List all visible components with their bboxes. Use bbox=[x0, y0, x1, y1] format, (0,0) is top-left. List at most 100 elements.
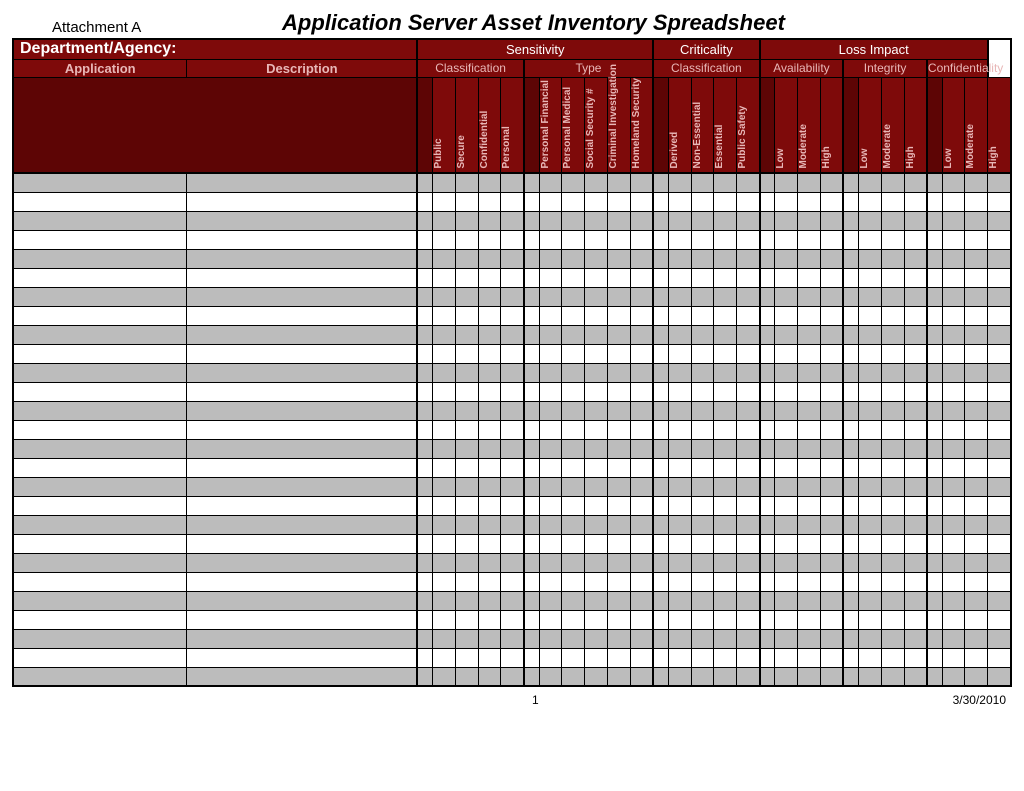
cell[interactable] bbox=[965, 230, 988, 249]
cell[interactable] bbox=[927, 382, 942, 401]
cell[interactable] bbox=[691, 401, 714, 420]
cell[interactable] bbox=[760, 515, 775, 534]
cell[interactable] bbox=[691, 306, 714, 325]
cell[interactable] bbox=[630, 553, 653, 572]
cell[interactable] bbox=[942, 439, 965, 458]
cell[interactable] bbox=[630, 420, 653, 439]
cell[interactable] bbox=[737, 439, 760, 458]
cell[interactable] bbox=[798, 363, 821, 382]
cell[interactable] bbox=[13, 420, 187, 439]
cell[interactable] bbox=[187, 287, 417, 306]
cell[interactable] bbox=[881, 249, 904, 268]
cell[interactable] bbox=[668, 230, 691, 249]
cell[interactable] bbox=[417, 610, 432, 629]
cell[interactable] bbox=[539, 439, 562, 458]
cell[interactable] bbox=[455, 382, 478, 401]
cell[interactable] bbox=[524, 344, 539, 363]
cell[interactable] bbox=[775, 363, 798, 382]
cell[interactable] bbox=[417, 249, 432, 268]
cell[interactable] bbox=[562, 515, 585, 534]
cell[interactable] bbox=[904, 306, 927, 325]
cell[interactable] bbox=[433, 629, 456, 648]
cell[interactable] bbox=[858, 629, 881, 648]
cell[interactable] bbox=[539, 230, 562, 249]
cell[interactable] bbox=[478, 287, 501, 306]
cell[interactable] bbox=[942, 591, 965, 610]
cell[interactable] bbox=[607, 629, 630, 648]
cell[interactable] bbox=[737, 211, 760, 230]
cell[interactable] bbox=[607, 610, 630, 629]
cell[interactable] bbox=[524, 534, 539, 553]
cell[interactable] bbox=[798, 629, 821, 648]
cell[interactable] bbox=[433, 173, 456, 192]
cell[interactable] bbox=[607, 591, 630, 610]
cell[interactable] bbox=[760, 287, 775, 306]
cell[interactable] bbox=[965, 534, 988, 553]
cell[interactable] bbox=[524, 173, 539, 192]
cell[interactable] bbox=[539, 401, 562, 420]
cell[interactable] bbox=[478, 173, 501, 192]
cell[interactable] bbox=[668, 401, 691, 420]
cell[interactable] bbox=[13, 344, 187, 363]
cell[interactable] bbox=[433, 572, 456, 591]
cell[interactable] bbox=[760, 192, 775, 211]
cell[interactable] bbox=[714, 401, 737, 420]
cell[interactable] bbox=[820, 306, 843, 325]
cell[interactable] bbox=[881, 382, 904, 401]
cell[interactable] bbox=[562, 572, 585, 591]
cell[interactable] bbox=[653, 534, 668, 553]
cell[interactable] bbox=[607, 420, 630, 439]
cell[interactable] bbox=[653, 610, 668, 629]
cell[interactable] bbox=[417, 344, 432, 363]
cell[interactable] bbox=[501, 268, 524, 287]
cell[interactable] bbox=[607, 458, 630, 477]
cell[interactable] bbox=[524, 382, 539, 401]
cell[interactable] bbox=[13, 173, 187, 192]
cell[interactable] bbox=[13, 401, 187, 420]
cell[interactable] bbox=[775, 553, 798, 572]
cell[interactable] bbox=[965, 420, 988, 439]
cell[interactable] bbox=[653, 420, 668, 439]
cell[interactable] bbox=[524, 192, 539, 211]
cell[interactable] bbox=[653, 230, 668, 249]
cell[interactable] bbox=[965, 192, 988, 211]
cell[interactable] bbox=[904, 591, 927, 610]
cell[interactable] bbox=[881, 325, 904, 344]
cell[interactable] bbox=[881, 439, 904, 458]
cell[interactable] bbox=[433, 477, 456, 496]
cell[interactable] bbox=[691, 230, 714, 249]
cell[interactable] bbox=[775, 249, 798, 268]
cell[interactable] bbox=[13, 325, 187, 344]
cell[interactable] bbox=[858, 325, 881, 344]
cell[interactable] bbox=[501, 363, 524, 382]
cell[interactable] bbox=[501, 534, 524, 553]
cell[interactable] bbox=[433, 667, 456, 686]
cell[interactable] bbox=[737, 515, 760, 534]
cell[interactable] bbox=[858, 591, 881, 610]
cell[interactable] bbox=[988, 287, 1011, 306]
cell[interactable] bbox=[737, 496, 760, 515]
cell[interactable] bbox=[562, 382, 585, 401]
cell[interactable] bbox=[539, 192, 562, 211]
cell[interactable] bbox=[988, 534, 1011, 553]
cell[interactable] bbox=[668, 496, 691, 515]
cell[interactable] bbox=[691, 515, 714, 534]
cell[interactable] bbox=[988, 648, 1011, 667]
cell[interactable] bbox=[585, 591, 608, 610]
cell[interactable] bbox=[501, 287, 524, 306]
cell[interactable] bbox=[965, 553, 988, 572]
cell[interactable] bbox=[858, 496, 881, 515]
cell[interactable] bbox=[417, 458, 432, 477]
cell[interactable] bbox=[775, 439, 798, 458]
cell[interactable] bbox=[691, 363, 714, 382]
cell[interactable] bbox=[988, 610, 1011, 629]
cell[interactable] bbox=[858, 458, 881, 477]
cell[interactable] bbox=[501, 230, 524, 249]
cell[interactable] bbox=[13, 610, 187, 629]
cell[interactable] bbox=[737, 667, 760, 686]
cell[interactable] bbox=[417, 572, 432, 591]
cell[interactable] bbox=[843, 306, 858, 325]
cell[interactable] bbox=[668, 553, 691, 572]
cell[interactable] bbox=[607, 648, 630, 667]
cell[interactable] bbox=[478, 477, 501, 496]
